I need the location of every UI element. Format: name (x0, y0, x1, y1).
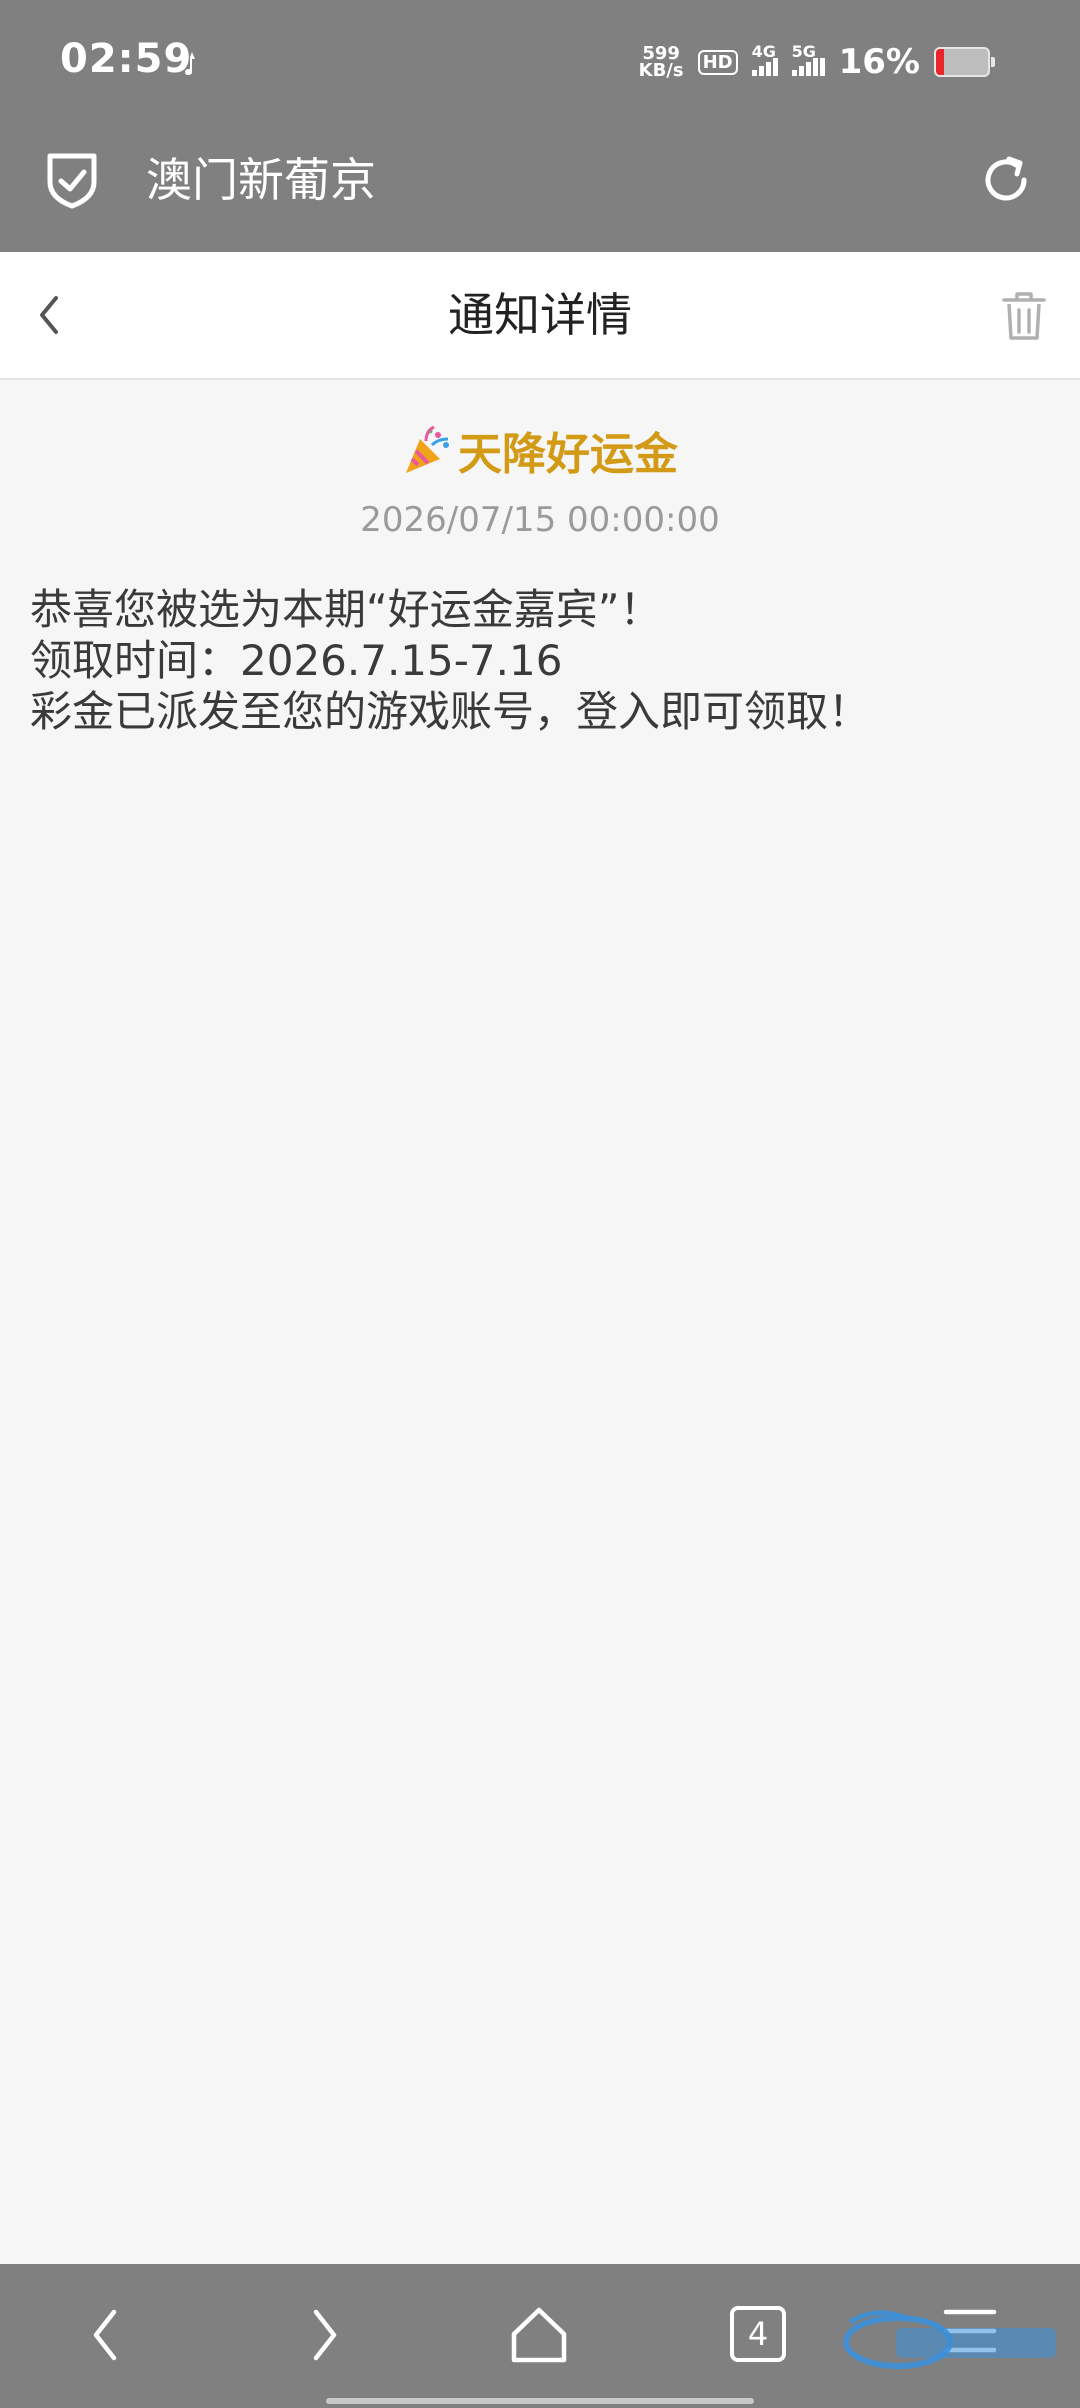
network-speed-unit: KB/s (638, 60, 684, 81)
status-bar: 02:59 599 KB/s HD 4G 5G 16% (0, 0, 1080, 120)
notification-small-icon (185, 52, 195, 75)
signal-5g-label: 5G (791, 42, 816, 61)
forward-icon[interactable] (288, 2300, 358, 2370)
signal-4g-icon: 4G (751, 42, 778, 76)
battery-level (936, 49, 945, 75)
trash-icon[interactable] (1000, 290, 1048, 342)
back-icon[interactable] (72, 2300, 142, 2370)
party-popper-icon (406, 425, 449, 473)
watermark-logo (843, 2310, 1056, 2369)
tabs-icon[interactable]: 4 (730, 2306, 786, 2362)
notice-line: 领取时间：2026.7.15-7.16 (30, 636, 563, 685)
top-chrome: 02:59 599 KB/s HD 4G 5G 16% 澳门新葡京 (0, 0, 1080, 252)
notice-body: 恭喜您被选为本期“好运金嘉宾”！ 领取时间：2026.7.15-7.16 彩金已… (30, 584, 1050, 737)
notice-line: 彩金已派发至您的游戏账号，登入即可领取！ (30, 687, 871, 736)
hd-icon: HD (697, 49, 738, 75)
signal-5g-icon: 5G (791, 42, 825, 76)
page-title: 通知详情 (448, 288, 632, 342)
battery-icon (934, 47, 995, 77)
status-time: 02:59 (60, 36, 193, 82)
bottom-navigation: 4 (0, 2264, 1080, 2408)
notice-title-text: 天降好运金 (458, 429, 678, 480)
home-indicator (326, 2398, 754, 2404)
home-icon[interactable] (504, 2300, 574, 2370)
network-speed: 599 KB/s (638, 45, 684, 81)
page-header: 通知详情 (0, 252, 1080, 380)
notice-timestamp: 2026/07/15 00:00:00 (360, 500, 720, 540)
browser-toolbar: 澳门新葡京 (0, 120, 1080, 252)
site-title[interactable]: 澳门新葡京 (146, 150, 376, 210)
status-icons: 599 KB/s HD 4G 5G 16% (638, 40, 995, 84)
signal-4g-label: 4G (751, 42, 776, 61)
reload-icon[interactable] (976, 150, 1036, 210)
notice-title: 天降好运金 (0, 418, 1080, 482)
notice-line: 恭喜您被选为本期“好运金嘉宾”！ (30, 585, 662, 634)
shield-check-icon[interactable] (44, 150, 100, 210)
battery-percent: 16% (838, 42, 920, 82)
